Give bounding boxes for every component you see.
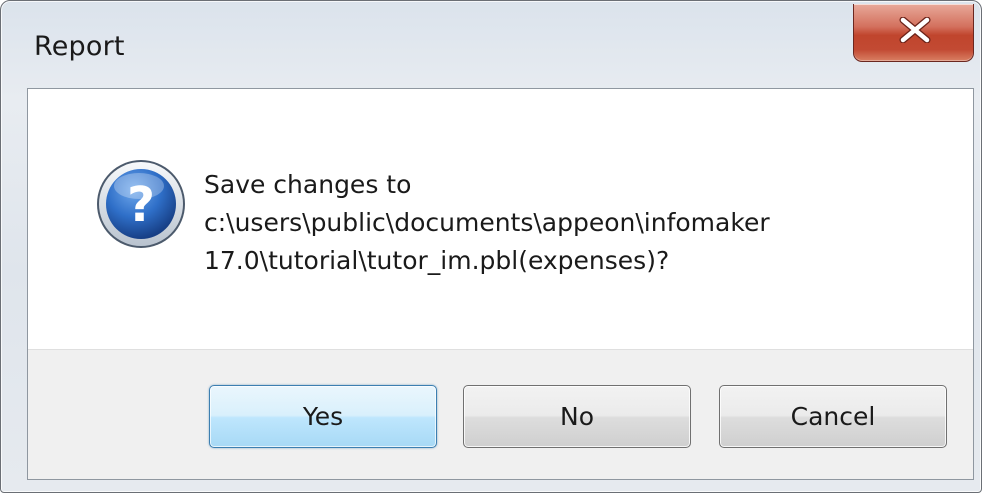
- cancel-button[interactable]: Cancel: [719, 385, 947, 448]
- report-dialog-window: Report ? Save changes to c:\users\public…: [0, 0, 982, 493]
- svg-text:?: ?: [127, 177, 155, 233]
- message-line-2: c:\users\public\documents\appeon\infomak…: [204, 208, 770, 237]
- dialog-message: Save changes to c:\users\public\documents…: [204, 166, 770, 280]
- message-line-3: 17.0\tutorial\tutor_im.pbl(expenses)?: [204, 246, 670, 275]
- question-icon: ?: [97, 160, 185, 248]
- close-button[interactable]: [853, 4, 974, 62]
- dialog-client-area: ? Save changes to c:\users\public\documen…: [27, 88, 974, 480]
- close-icon: [899, 17, 931, 43]
- window-title: Report: [34, 31, 125, 62]
- button-bar: Yes No Cancel: [28, 349, 973, 479]
- message-line-1: Save changes to: [204, 170, 412, 199]
- message-area: ? Save changes to c:\users\public\documen…: [28, 89, 973, 349]
- no-button[interactable]: No: [463, 385, 691, 448]
- yes-button[interactable]: Yes: [209, 385, 437, 448]
